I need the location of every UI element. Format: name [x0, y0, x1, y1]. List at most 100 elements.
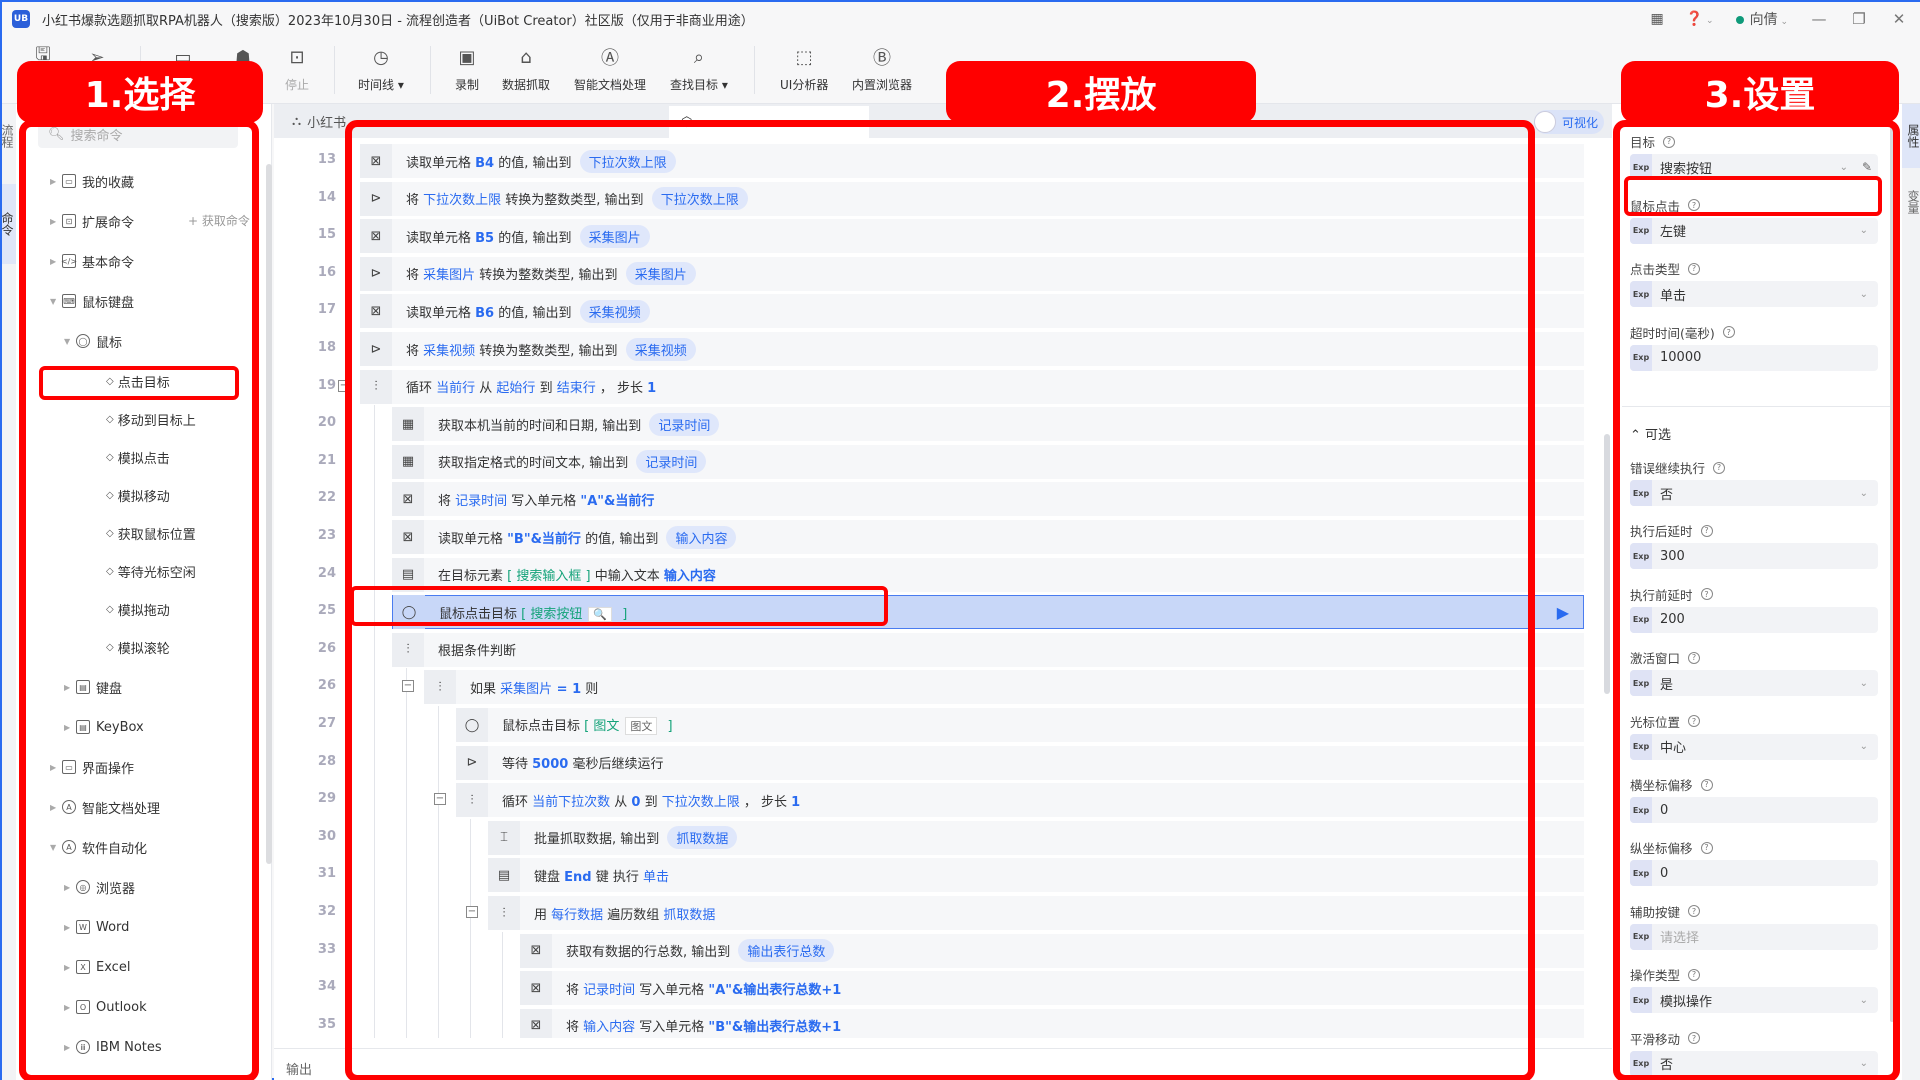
- help-circle-icon[interactable]: ?: [1688, 715, 1701, 728]
- toolbar-data-scrape-button[interactable]: ⌂ 数据抓取: [502, 44, 550, 93]
- property-select[interactable]: Exp 左键 ⌄: [1630, 217, 1878, 244]
- command-block[interactable]: ▦ 获取指定格式的时间文本, 输出到 记录时间: [392, 444, 1584, 479]
- caret-down-icon[interactable]: ▼: [64, 337, 76, 346]
- code-row[interactable]: 32 − ⫶ 用 每行数据 遍历数组 抓取数据: [274, 894, 1612, 932]
- tree-group-ai-doc[interactable]: ▶ A 智能文档处理: [50, 796, 160, 818]
- get-command-button[interactable]: + 获取命令: [188, 212, 250, 229]
- property-select[interactable]: Exp 模拟操作 ⌄: [1630, 987, 1878, 1014]
- code-row[interactable]: 16 ⊳ 将 采集图片 转换为整数类型, 输出到 采集图片: [274, 255, 1612, 293]
- code-row[interactable]: 28 ⊳ 等待 5000 毫秒后继续运行: [274, 743, 1612, 782]
- command-block[interactable]: ⊠ 将 记录时间 写入单元格 "A"&当前行: [392, 482, 1584, 517]
- property-input[interactable]: Exp 请选择: [1630, 923, 1878, 950]
- restore-button[interactable]: ❐: [1850, 10, 1868, 28]
- code-row[interactable]: 18 ⊳ 将 采集视频 转换为整数类型, 输出到 采集视频: [274, 330, 1612, 368]
- tree-group-keybox[interactable]: ▶ ▤ KeyBox: [64, 716, 144, 738]
- caret-right-icon[interactable]: ▶: [50, 217, 62, 226]
- code-row[interactable]: 29 − ⫶ 循环 当前下拉次数 从 0 到 下拉次数上限 ， 步长 1: [274, 781, 1612, 819]
- command-block[interactable]: ⊠ 将 输入内容 写入单元格 "B"&输出表行总数+1: [520, 1008, 1584, 1038]
- vtab-flow[interactable]: 流程: [0, 116, 16, 156]
- help-circle-icon[interactable]: ?: [1700, 841, 1713, 854]
- command-search-input[interactable]: 🔍︎ 搜索命令: [38, 120, 238, 148]
- code-row[interactable]: 25 ◯ 鼠标点击目标 [ 搜索按钮 🔍 ] ▶: [274, 593, 1612, 631]
- code-row[interactable]: 15 ⊠ 读取单元格 B5 的值, 输出到 采集图片: [274, 217, 1612, 255]
- run-from-here-icon[interactable]: ▶: [1557, 603, 1569, 622]
- property-input[interactable]: Exp 10000: [1630, 344, 1878, 371]
- toolbar-ai-doc-button[interactable]: Ⓐ 智能文档处理: [574, 44, 646, 93]
- code-row[interactable]: 31 ▤ 键盘 End 键 执行 单击: [274, 856, 1612, 894]
- tree-command-item[interactable]: ◇ 等待光标空闲: [106, 560, 196, 582]
- tree-command-item[interactable]: ◇ 移动到目标上: [106, 408, 196, 430]
- tree-command-item[interactable]: ◇ 模拟拖动: [106, 598, 170, 620]
- expression-mode-toggle[interactable]: Exp: [1630, 543, 1652, 570]
- code-row[interactable]: 35 ⊠ 将 输入内容 写入单元格 "B"&输出表行总数+1: [274, 1006, 1612, 1038]
- command-block[interactable]: ⊠ 读取单元格 "B"&当前行 的值, 输出到 输入内容: [392, 520, 1584, 554]
- editor-tab-flow[interactable]: ⛬ 小红书: [282, 104, 356, 138]
- toolbar-stop-button[interactable]: ⊡ 停止: [284, 44, 310, 93]
- chevron-down-icon[interactable]: ⌄: [1860, 995, 1868, 1006]
- code-row[interactable]: 34 ⊠ 将 记录时间 写入单元格 "A"&输出表行总数+1: [274, 969, 1612, 1007]
- property-select[interactable]: Exp 否 ⌄: [1630, 480, 1878, 506]
- property-input[interactable]: Exp 300: [1630, 543, 1878, 570]
- vtab-properties[interactable]: 属性: [1902, 104, 1920, 168]
- help-circle-icon[interactable]: ?: [1688, 1032, 1701, 1045]
- editor-tab-active[interactable]: ⬡: [669, 106, 869, 138]
- close-button[interactable]: ✕: [1890, 10, 1908, 28]
- tree-group-extensions[interactable]: ▶ ⊡ 扩展命令: [50, 210, 134, 232]
- code-row[interactable]: 17 ⊠ 读取单元格 B6 的值, 输出到 采集视频: [274, 292, 1612, 330]
- help-circle-icon[interactable]: ?: [1688, 262, 1701, 275]
- tree-command-item[interactable]: ◇ 点击目标: [106, 370, 170, 392]
- help-circle-icon[interactable]: ?: [1663, 135, 1676, 148]
- expression-mode-toggle[interactable]: Exp: [1630, 733, 1652, 760]
- tree-group-browser[interactable]: ▶ ◎ 浏览器: [64, 876, 135, 898]
- code-row[interactable]: 27 ◯ 鼠标点击目标 [ 图文 图文 ]: [274, 706, 1612, 744]
- command-block[interactable]: ◯ 鼠标点击目标 [ 图文 图文 ]: [456, 708, 1584, 742]
- toolbar-timeline-button[interactable]: ◷ 时间线 ▾: [358, 44, 404, 93]
- tree-command-item[interactable]: ◇ 模拟滚轮: [106, 636, 170, 658]
- editor-scrollbar[interactable]: [1604, 434, 1610, 694]
- tree-group-ibm-notes[interactable]: ▶ ⅲ IBM Notes: [64, 1036, 162, 1058]
- caret-right-icon[interactable]: ▶: [64, 883, 76, 892]
- apps-grid-icon[interactable]: ▦: [1651, 11, 1664, 27]
- help-circle-icon[interactable]: ?: [1688, 968, 1701, 981]
- command-block[interactable]: ⌶ 批量抓取数据, 输出到 抓取数据: [488, 820, 1584, 855]
- command-block[interactable]: ⊳ 等待 5000 毫秒后继续运行: [456, 745, 1584, 780]
- toolbar-find-target-button[interactable]: ⌕ 查找目标 ▾: [670, 44, 728, 93]
- collapse-toggle-icon[interactable]: −: [466, 906, 478, 918]
- section-optional-toggle[interactable]: ⌃ 可选: [1630, 424, 1671, 443]
- tree-group-mouse[interactable]: ▼ ◯ 鼠标: [64, 330, 122, 352]
- code-row[interactable]: 20 ▦ 获取本机当前的时间和日期, 输出到 记录时间: [274, 405, 1612, 443]
- caret-right-icon[interactable]: ▶: [50, 177, 62, 186]
- command-block[interactable]: ⫶ 用 每行数据 遍历数组 抓取数据: [488, 896, 1584, 930]
- code-row[interactable]: 21 ▦ 获取指定格式的时间文本, 输出到 记录时间: [274, 442, 1612, 481]
- help-circle-icon[interactable]: ?: [1700, 778, 1713, 791]
- code-row[interactable]: 26 ⫶ 根据条件判断: [274, 630, 1612, 669]
- chevron-down-icon[interactable]: ⌄: [1860, 741, 1868, 752]
- property-input[interactable]: Exp 0: [1630, 860, 1878, 887]
- collapse-toggle-icon[interactable]: −: [338, 379, 350, 392]
- expression-mode-toggle[interactable]: Exp: [1630, 606, 1652, 633]
- property-select[interactable]: Exp 搜索按钮 ⌄ ✎: [1630, 154, 1878, 180]
- expression-mode-toggle[interactable]: Exp: [1630, 797, 1652, 823]
- expression-mode-toggle[interactable]: Exp: [1630, 1050, 1652, 1077]
- chevron-down-icon[interactable]: ⌄: [1860, 488, 1868, 499]
- help-circle-icon[interactable]: ?: [1688, 905, 1701, 918]
- code-row[interactable]: 13 ⊠ 读取单元格 B4 的值, 输出到 下拉次数上限: [274, 142, 1612, 180]
- properties-scrollbar[interactable]: [1890, 122, 1894, 1022]
- command-block[interactable]: ⊳ 将 采集图片 转换为整数类型, 输出到 采集图片: [360, 256, 1584, 291]
- chevron-down-icon[interactable]: ⌄: [1840, 162, 1848, 173]
- chevron-down-icon[interactable]: ⌄: [1860, 678, 1868, 689]
- help-circle-icon[interactable]: ?: [1700, 524, 1713, 537]
- code-row[interactable]: 19− ⫶ 循环 当前行 从 起始行 到 结束行 ， 步长 1: [274, 368, 1612, 406]
- property-input[interactable]: Exp 0: [1630, 797, 1878, 823]
- tree-group-excel[interactable]: ▶ X Excel: [64, 956, 130, 978]
- tree-group-keyboard[interactable]: ▶ ▤ 键盘: [64, 676, 122, 698]
- vtab-commands[interactable]: 命令: [0, 184, 16, 264]
- command-block[interactable]: ⊳ 将 下拉次数上限 转换为整数类型, 输出到 下拉次数上限: [360, 181, 1584, 216]
- command-block[interactable]: ⊳ 将 采集视频 转换为整数类型, 输出到 采集视频: [360, 332, 1584, 366]
- help-circle-icon[interactable]: ?: [1688, 651, 1701, 664]
- user-menu[interactable]: 向倩 ⌄: [1735, 9, 1788, 29]
- code-row[interactable]: 24 ▤ 在目标元素 [ 搜索输入框 ] 中输入文本 输入内容: [274, 555, 1612, 594]
- collapse-toggle-icon[interactable]: −: [434, 793, 446, 806]
- command-block[interactable]: ⊠ 读取单元格 B5 的值, 输出到 采集图片: [360, 219, 1584, 254]
- toolbar-record-button[interactable]: ▣ 录制: [454, 44, 480, 93]
